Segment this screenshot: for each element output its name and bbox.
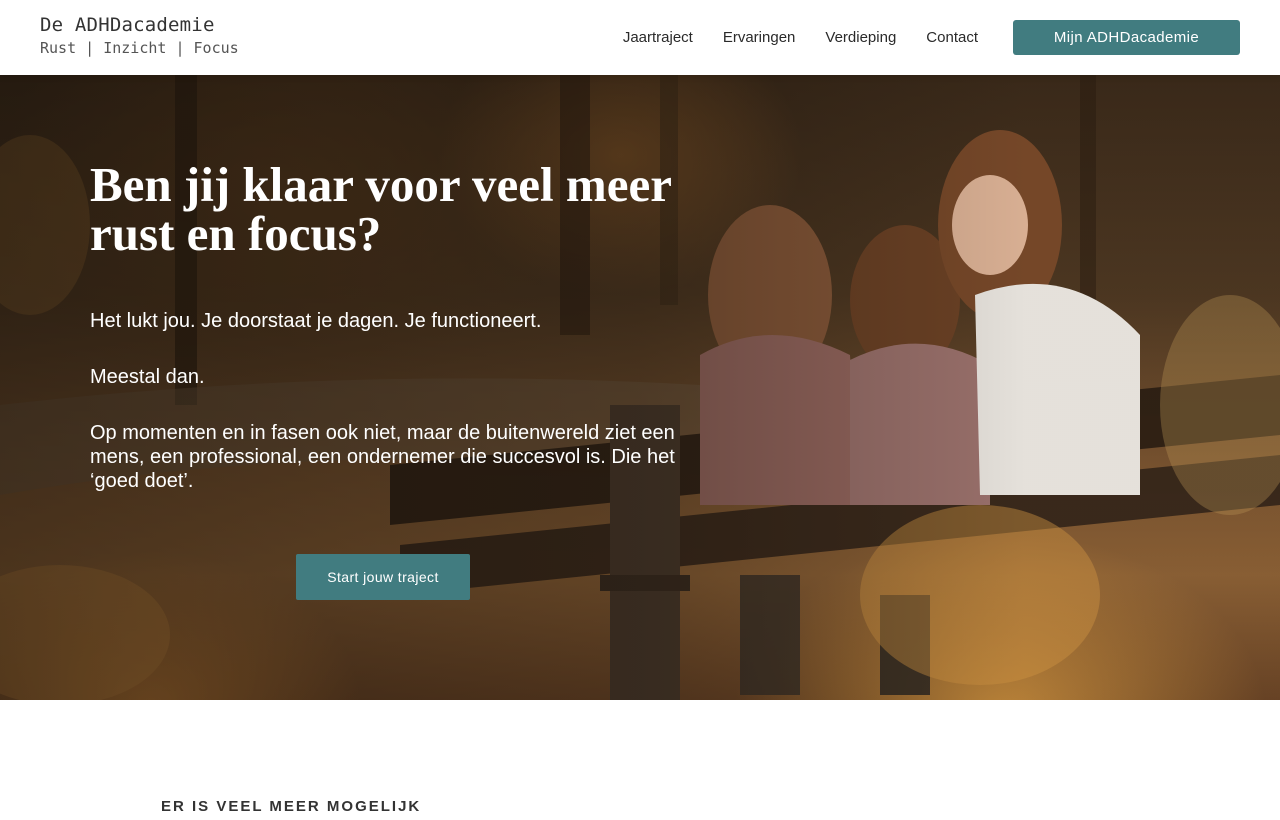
nav-jaartraject[interactable]: Jaartraject: [623, 29, 693, 46]
nav-verdieping[interactable]: Verdieping: [825, 29, 896, 46]
hero-content: Ben jij klaar voor veel meer rust en foc…: [90, 157, 690, 492]
nav-ervaringen[interactable]: Ervaringen: [723, 29, 796, 46]
nav-contact[interactable]: Contact: [926, 29, 978, 46]
hero-paragraph: Op momenten en in fasen ook niet, maar d…: [90, 422, 675, 492]
site-header: De ADHDacademie Rust | Inzicht | Focus J…: [0, 0, 1280, 75]
logo-tagline: Rust | Inzicht | Focus: [40, 39, 239, 57]
hero-title: Ben jij klaar voor veel meer rust en foc…: [90, 157, 672, 261]
start-traject-button[interactable]: Start jouw traject: [296, 554, 470, 600]
site-logo[interactable]: De ADHDacademie Rust | Inzicht | Focus: [40, 14, 239, 59]
hero-section: Ben jij klaar voor veel meer rust en foc…: [0, 75, 1280, 700]
hero-paragraph: Het lukt jou. Je doorstaat je dagen. Je …: [90, 310, 542, 332]
logo-title: De ADHDacademie: [40, 14, 215, 36]
hero-paragraph: Meestal dan.: [90, 366, 205, 388]
section-eyebrow: ER IS VEEL MEER MOGELIJK: [161, 798, 422, 815]
main-nav: Jaartraject Ervaringen Verdieping Contac…: [593, 0, 978, 75]
mijn-adhdacademie-button[interactable]: Mijn ADHDacademie: [1013, 20, 1240, 55]
